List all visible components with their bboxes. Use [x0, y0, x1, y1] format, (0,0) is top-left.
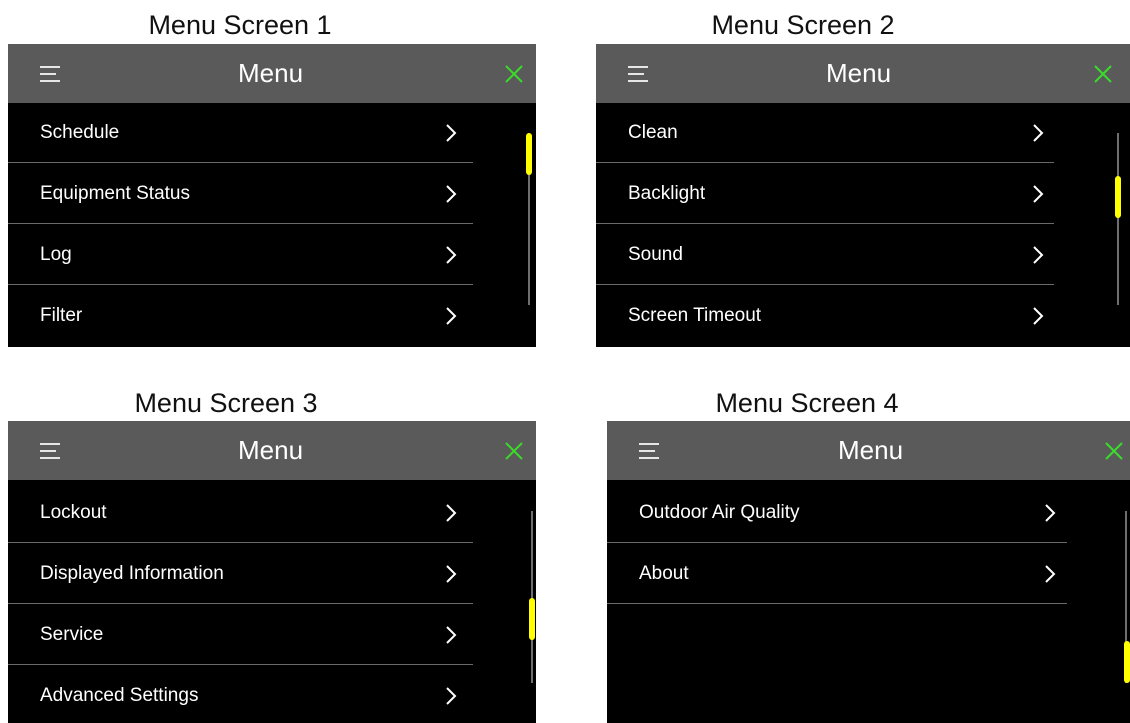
menu-item-equipment-status[interactable]: Equipment Status [8, 164, 473, 224]
menu-item-about[interactable]: About [607, 544, 1067, 604]
menu-item-backlight[interactable]: Backlight [596, 164, 1054, 224]
screen-caption: Menu Screen 3 [134, 388, 318, 418]
chevron-right-icon [446, 307, 457, 325]
row-divider [596, 284, 1054, 285]
scrollbar-track[interactable] [531, 511, 533, 683]
menu-item-label: Clean [628, 122, 678, 143]
close-icon[interactable] [504, 64, 524, 84]
chevron-right-icon [446, 687, 457, 705]
hamburger-icon[interactable] [628, 66, 648, 82]
header-title: Menu [238, 435, 304, 465]
menu-item-screen-timeout[interactable]: Screen Timeout [596, 286, 1054, 346]
header-title: Menu [826, 58, 892, 88]
row-divider [607, 542, 1067, 543]
menu-screen-2: Menu Clean Backlight Sound Screen Timeou… [596, 44, 1130, 347]
chevron-right-icon [1033, 307, 1044, 325]
chevron-right-icon [1045, 504, 1056, 522]
row-divider [8, 162, 473, 163]
menu-item-label: Log [40, 244, 72, 265]
scrollbar-thumb[interactable] [1124, 641, 1130, 683]
menu-item-label: Screen Timeout [628, 305, 762, 326]
hamburger-icon[interactable] [639, 443, 659, 459]
menu-item-label: Lockout [40, 502, 107, 523]
header-title: Menu [838, 435, 904, 465]
header-title: Menu [238, 58, 304, 88]
menu-item-label: Backlight [628, 183, 706, 204]
chevron-right-icon [446, 124, 457, 142]
screen-caption: Menu Screen 2 [711, 10, 895, 40]
chevron-right-icon [446, 185, 457, 203]
menu-item-clean[interactable]: Clean [596, 103, 1054, 163]
menu-item-log[interactable]: Log [8, 225, 473, 285]
hamburger-icon[interactable] [40, 443, 60, 459]
row-divider [596, 223, 1054, 224]
menu-item-label: Equipment Status [40, 183, 190, 204]
chevron-right-icon [446, 246, 457, 264]
menu-item-label: Service [40, 624, 104, 645]
chevron-right-icon [1033, 124, 1044, 142]
scrollbar-track[interactable] [1117, 133, 1119, 305]
row-divider [8, 664, 473, 665]
close-icon[interactable] [1093, 64, 1113, 84]
menu-screen-1: Menu Schedule Equipment Status Log Filte… [8, 44, 536, 347]
chevron-right-icon [1045, 565, 1056, 583]
scrollbar-thumb[interactable] [526, 133, 532, 175]
row-divider [8, 603, 473, 604]
menu-header: Menu [607, 421, 1130, 480]
menu-item-service[interactable]: Service [8, 605, 473, 665]
menu-item-label: Schedule [40, 122, 120, 143]
menu-item-label: Displayed Information [40, 563, 224, 584]
close-icon[interactable] [1104, 441, 1124, 461]
menu-item-label: Outdoor Air Quality [639, 502, 800, 523]
menu-screen-3: Menu Lockout Displayed Information Servi… [8, 421, 536, 723]
chevron-right-icon [446, 565, 457, 583]
chevron-right-icon [1033, 185, 1044, 203]
menu-screen-4: Menu Outdoor Air Quality About [607, 421, 1130, 723]
menu-item-filter[interactable]: Filter [8, 286, 473, 346]
screen-caption: Menu Screen 1 [148, 10, 332, 40]
scrollbar-thumb[interactable] [1115, 175, 1121, 218]
close-icon[interactable] [504, 441, 524, 461]
menu-item-label: Sound [628, 244, 683, 265]
menu-item-label: About [639, 563, 689, 584]
menu-item-label: Advanced Settings [40, 685, 199, 706]
chevron-right-icon [446, 504, 457, 522]
screen-caption: Menu Screen 4 [715, 388, 899, 418]
row-divider [596, 162, 1054, 163]
menu-item-outdoor-air-quality[interactable]: Outdoor Air Quality [607, 483, 1067, 543]
chevron-right-icon [1033, 246, 1044, 264]
menu-item-lockout[interactable]: Lockout [8, 483, 473, 543]
menu-item-displayed-information[interactable]: Displayed Information [8, 544, 473, 604]
menu-header: Menu [8, 44, 536, 103]
hamburger-icon[interactable] [40, 66, 60, 82]
row-divider [8, 223, 473, 224]
row-divider [607, 603, 1067, 604]
scrollbar-thumb[interactable] [529, 598, 535, 641]
menu-item-sound[interactable]: Sound [596, 225, 1054, 285]
chevron-right-icon [446, 626, 457, 644]
menu-item-label: Filter [40, 305, 83, 326]
row-divider [8, 542, 473, 543]
row-divider [8, 284, 473, 285]
menu-item-schedule[interactable]: Schedule [8, 103, 473, 163]
menu-header: Menu [596, 44, 1130, 103]
menu-header: Menu [8, 421, 536, 480]
menu-item-advanced-settings[interactable]: Advanced Settings [8, 666, 473, 723]
